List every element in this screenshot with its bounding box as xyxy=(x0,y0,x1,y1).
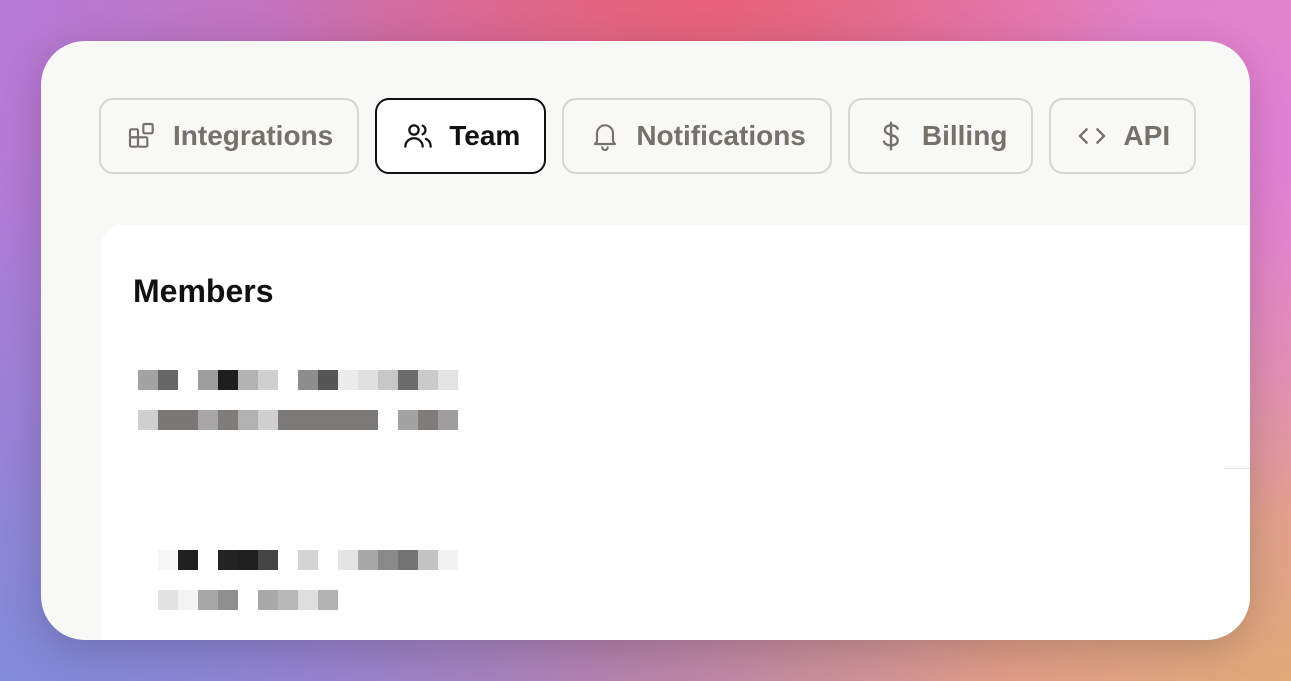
tab-team[interactable]: Team xyxy=(375,98,547,174)
dollar-icon xyxy=(874,119,908,153)
tab-integrations[interactable]: Integrations xyxy=(99,98,360,174)
tab-billing[interactable]: Billing xyxy=(847,98,1034,174)
redacted-name xyxy=(158,550,458,570)
panel-title: Members xyxy=(133,273,274,309)
team-icon xyxy=(401,119,435,153)
divider xyxy=(1224,468,1250,469)
settings-window: Integrations Team Notifications Billing … xyxy=(41,41,1250,640)
integrations-icon xyxy=(125,119,159,153)
code-icon xyxy=(1075,119,1109,153)
redacted-email xyxy=(138,410,458,430)
tab-label: Team xyxy=(449,120,521,151)
settings-tabs: Integrations Team Notifications Billing … xyxy=(99,98,1197,174)
tab-api[interactable]: API xyxy=(1049,98,1197,174)
member-redacted-2 xyxy=(158,550,458,630)
member-redacted-1 xyxy=(138,370,458,450)
members-panel: Members xyxy=(101,225,1250,640)
redacted-name xyxy=(138,370,458,390)
tab-label: Notifications xyxy=(636,120,806,151)
tab-label: Billing xyxy=(921,120,1008,151)
bell-icon xyxy=(588,119,622,153)
tab-label: Integrations xyxy=(173,120,334,151)
redacted-role xyxy=(158,590,458,610)
tab-notifications[interactable]: Notifications xyxy=(562,98,832,174)
tab-label: API xyxy=(1123,120,1171,151)
